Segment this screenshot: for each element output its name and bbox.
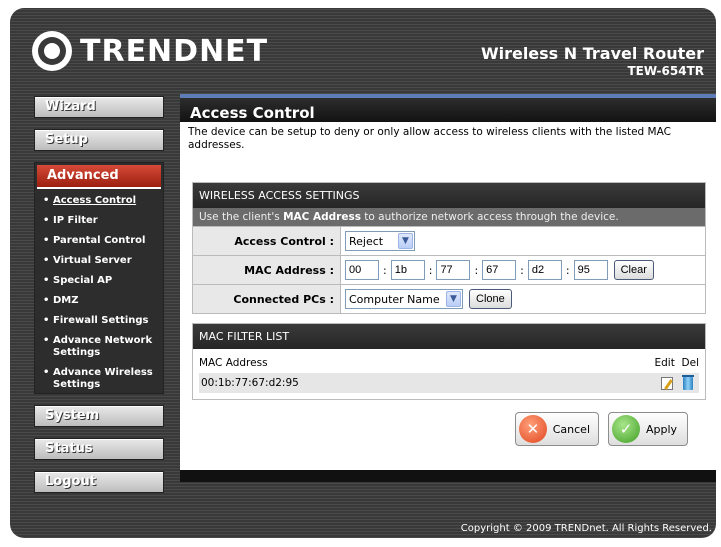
col-actions: Edit Del [655, 357, 700, 369]
col-edit: Edit [654, 357, 675, 369]
mac-octet-6[interactable] [573, 260, 608, 280]
page-intro: The device can be setup to deny or only … [188, 126, 671, 151]
copyright: Copyright © 2009 TRENDnet. All Rights Re… [460, 523, 712, 534]
submenu-advance-wireless-settings[interactable]: Advance Wireless Settings [43, 367, 163, 391]
mac-filter-list: MAC FILTER LIST MAC Address Edit Del 00:… [192, 323, 706, 400]
colon: : [383, 263, 387, 277]
connected-pcs-select[interactable]: Computer Name ▼ [345, 289, 463, 309]
apply-check-icon: ✓ [612, 415, 640, 443]
submenu-special-ap[interactable]: Special AP [43, 275, 163, 287]
note-prefix: Use the client's [199, 211, 284, 223]
filter-list-header: MAC Address Edit Del [199, 357, 699, 369]
submenu-dmz[interactable]: DMZ [43, 295, 163, 307]
wireless-heading: WIRELESS ACCESS SETTINGS [193, 183, 705, 208]
nav-system-button[interactable]: System [34, 405, 164, 427]
mac-octet-2[interactable] [390, 260, 425, 280]
cancel-button[interactable]: ✕ Cancel [515, 412, 599, 446]
submenu-access-control[interactable]: Access Control [43, 195, 163, 207]
chevron-down-icon: ▼ [398, 233, 413, 249]
mac-address-row: MAC Address : : : : : : Clear [193, 255, 705, 284]
product-model: TEW-654TR [627, 64, 704, 78]
nav-advanced-button[interactable]: Advanced [37, 165, 161, 189]
colon: : [565, 263, 570, 277]
clone-button[interactable]: Clone [469, 289, 512, 309]
connected-pcs-value: Computer Name [349, 292, 440, 306]
mac-octet-1[interactable] [345, 260, 379, 280]
mac-address-label: MAC Address : [193, 256, 341, 284]
advanced-menu: Advanced Access Control IP Filter Parent… [34, 162, 164, 394]
note-suffix: to authorize network access through the … [360, 211, 619, 223]
wireless-access-settings: WIRELESS ACCESS SETTINGS Use the client'… [192, 182, 706, 314]
apply-button[interactable]: ✓ Apply [608, 412, 688, 446]
nav-status-button[interactable]: Status [34, 438, 164, 460]
mac-octet-3[interactable] [436, 260, 471, 280]
colon: : [428, 263, 433, 277]
mac-octet-5[interactable] [527, 260, 562, 280]
trendnet-logo: TRENDNET [32, 30, 268, 72]
chevron-down-icon: ▼ [446, 291, 461, 307]
edit-icon[interactable] [661, 376, 673, 390]
connected-pcs-label: Connected PCs : [193, 285, 341, 313]
access-control-value: Reject [349, 234, 384, 248]
cancel-label: Cancel [552, 422, 590, 436]
trash-icon[interactable] [682, 374, 694, 390]
router-frame: TRENDNET Wireless N Travel Router TEW-65… [10, 8, 716, 538]
access-control-row: Access Control : Reject ▼ [193, 226, 705, 255]
nav-setup-button[interactable]: Setup [34, 129, 164, 151]
mac-octet-4[interactable] [482, 260, 517, 280]
advanced-submenu: Access Control IP Filter Parental Contro… [35, 195, 163, 391]
list-item: 00:1b:77:67:d2:95 [199, 373, 699, 393]
filter-heading: MAC FILTER LIST [193, 324, 705, 349]
apply-label: Apply [646, 422, 678, 436]
access-control-label: Access Control : [193, 227, 341, 255]
product-name: Wireless N Travel Router [480, 44, 704, 63]
content-footer-bar [180, 470, 716, 482]
filter-entry-mac: 00:1b:77:67:d2:95 [201, 377, 299, 389]
product-info: Wireless N Travel Router TEW-654TR [481, 44, 704, 78]
cancel-x-icon: ✕ [519, 415, 547, 443]
submenu-ip-filter[interactable]: IP Filter [43, 215, 163, 227]
trendnet-logo-icon [32, 31, 72, 71]
nav-logout-button[interactable]: Logout [34, 471, 164, 493]
submenu-virtual-server[interactable]: Virtual Server [43, 255, 163, 267]
clear-button[interactable]: Clear [613, 260, 654, 280]
submenu-firewall-settings[interactable]: Firewall Settings [43, 315, 163, 327]
note-bold: MAC Address [283, 211, 361, 223]
access-control-select[interactable]: Reject ▼ [345, 231, 415, 251]
wireless-note: Use the client's MAC Address to authoriz… [193, 208, 705, 226]
colon: : [520, 263, 524, 277]
submenu-parental-control[interactable]: Parental Control [43, 235, 163, 247]
connected-pcs-row: Connected PCs : Computer Name ▼ Clone [193, 284, 705, 313]
nav-wizard-button[interactable]: Wizard [34, 96, 164, 118]
page-title: Access Control [180, 94, 716, 122]
col-mac-address: MAC Address [199, 357, 268, 369]
colon: : [474, 263, 479, 277]
col-del: Del [681, 357, 699, 369]
submenu-advance-network-settings[interactable]: Advance Network Settings [43, 335, 163, 359]
logo-text: TRENDNET [80, 33, 269, 69]
